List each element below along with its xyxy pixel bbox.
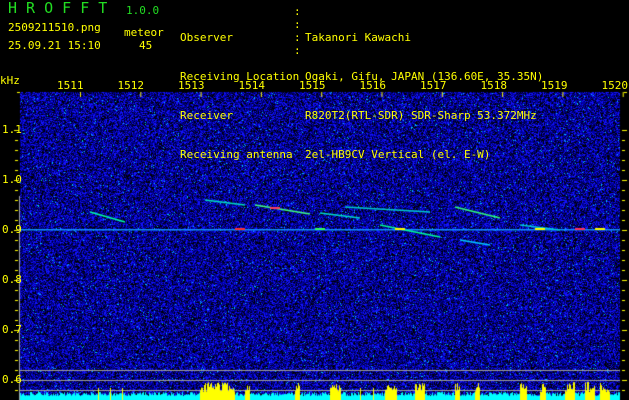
x-tick-label: 1511 bbox=[57, 79, 84, 92]
filename: 2509211510.png bbox=[8, 21, 101, 34]
y-tick-label: 0.8 bbox=[2, 273, 22, 286]
meteor-label: meteor bbox=[124, 26, 164, 39]
receiver-label: Receiver bbox=[180, 109, 233, 122]
x-tick-label: 1513 bbox=[178, 79, 205, 92]
observer-value: Takanori Kawachi bbox=[305, 31, 411, 44]
x-tick-label: 1519 bbox=[541, 79, 568, 92]
y-tick-label: 0.9 bbox=[2, 223, 22, 236]
meteor-count: 45 bbox=[139, 39, 153, 52]
x-tick-label: 1516 bbox=[359, 79, 387, 92]
x-tick-label: 1517 bbox=[420, 79, 447, 92]
y-axis-unit: kHz bbox=[0, 74, 20, 87]
x-tick-label: 1512 bbox=[117, 79, 145, 92]
observer-label: Observer bbox=[180, 31, 233, 44]
antenna-label: Receiving antenna bbox=[180, 148, 293, 161]
receiver-value: R820T2(RTL-SDR) SDR-Sharp 53.372MHz bbox=[305, 109, 537, 122]
antenna-value: 2el-HB9CV Vertical (el. E-W) bbox=[305, 148, 491, 161]
x-tick-label: 1520 bbox=[601, 79, 629, 92]
x-tick-label: 1518 bbox=[480, 79, 508, 92]
info-labels: Observer Receiving Location Receiver Rec… bbox=[180, 5, 299, 187]
hrofft-window: H R O F F T 1.0.0 2509211510.png meteor … bbox=[0, 0, 629, 400]
app-logo: H R O F F T bbox=[8, 0, 108, 17]
y-tick-label: 1.1 bbox=[2, 123, 22, 136]
info-colons: : : : : bbox=[294, 5, 301, 57]
datetime: 25.09.21 15:10 bbox=[8, 39, 101, 52]
app-version: 1.0.0 bbox=[126, 4, 160, 17]
x-tick-label: 1514 bbox=[238, 79, 266, 92]
info-values: Takanori Kawachi Ogaki, Gifu, JAPAN (136… bbox=[305, 5, 543, 187]
y-tick-label: 0.6 bbox=[2, 373, 22, 386]
y-tick-label: 0.7 bbox=[2, 323, 22, 336]
y-tick-label: 1.0 bbox=[2, 173, 22, 186]
x-tick-label: 1515 bbox=[299, 79, 326, 92]
